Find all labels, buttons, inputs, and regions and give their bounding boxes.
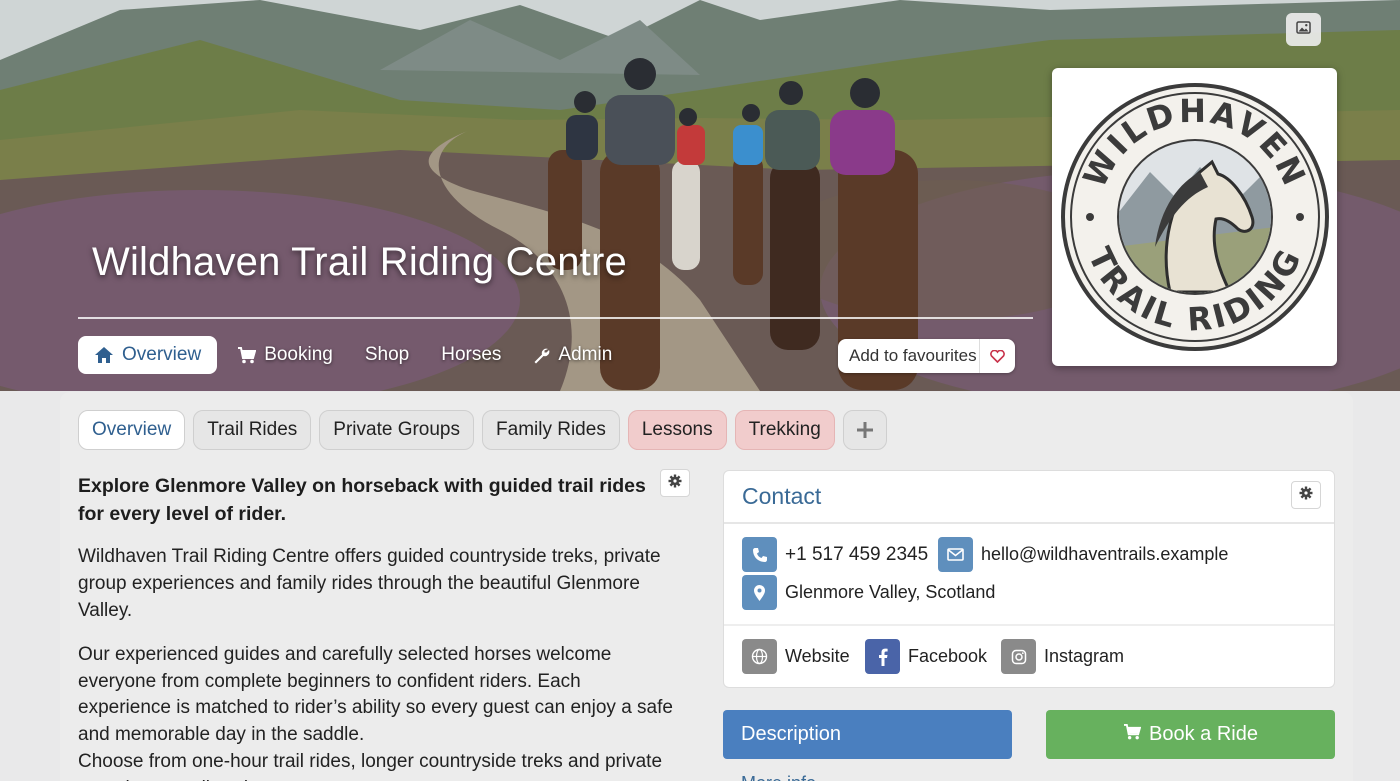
logo-card: WILDHAVEN TRAIL RIDING <box>1052 68 1337 366</box>
overview-paragraph: Wildhaven Trail Riding Centre offers gui… <box>78 546 661 621</box>
overview-lead: Explore Glenmore Valley on horseback wit… <box>78 475 646 525</box>
globe-icon <box>742 639 777 674</box>
change-image-button[interactable] <box>1286 13 1321 46</box>
nav-item-label: Horses <box>441 344 502 365</box>
map-pin-icon <box>742 575 777 610</box>
facebook-link[interactable]: Facebook <box>865 639 987 674</box>
divider <box>724 624 1334 626</box>
website-label: Website <box>785 646 850 666</box>
nav-item-admin[interactable]: Admin <box>517 336 628 374</box>
tab-trekking[interactable]: Trekking <box>734 410 835 450</box>
tab-private-groups[interactable]: Private Groups <box>319 410 475 450</box>
add-to-favourites-button[interactable]: Add to favourites <box>838 339 1015 373</box>
nav-item-label: Booking <box>264 344 333 365</box>
phone-number: +1 517 459 2345 <box>785 543 929 565</box>
contact-title: Contact <box>742 483 822 509</box>
tab-overview[interactable]: Overview <box>78 410 186 450</box>
heart-icon <box>979 339 1015 373</box>
plus-icon <box>856 415 874 446</box>
nav-item-shop[interactable]: Shop <box>349 336 425 374</box>
cart-icon <box>1123 723 1142 746</box>
overview-paragraph: Choose from one-hour trail rides, longer… <box>78 750 663 781</box>
title-divider <box>78 317 1033 319</box>
contact-email[interactable]: hello@wildhaventrails.example <box>938 537 1228 572</box>
main-nav: Overview Booking Shop Horses Admin <box>78 336 628 374</box>
contact-phone[interactable]: +1 517 459 2345 <box>742 537 928 572</box>
tab-trail-rides[interactable]: Trail Rides <box>193 410 312 450</box>
favourites-label: Add to favourites <box>849 346 977 365</box>
tab-family-rides[interactable]: Family Rides <box>482 410 620 450</box>
overview-text: Explore Glenmore Valley on horseback wit… <box>78 472 688 781</box>
nav-item-booking[interactable]: Booking <box>221 336 349 374</box>
envelope-icon <box>938 537 973 572</box>
description-label: Description <box>741 723 842 745</box>
nav-item-label: Admin <box>558 344 613 365</box>
wildhaven-logo: WILDHAVEN TRAIL RIDING <box>1060 83 1329 351</box>
wrench-icon <box>533 347 550 364</box>
more-info-link[interactable]: More info <box>741 773 816 781</box>
overview-paragraph: Our experienced guides and carefully sel… <box>78 644 673 746</box>
facebook-icon <box>865 639 900 674</box>
contact-card: Contact +1 517 459 2345 hello@wildhavent… <box>723 470 1335 688</box>
instagram-link[interactable]: Instagram <box>1001 639 1124 674</box>
hero-banner: Wildhaven Trail Riding Centre Overview B… <box>0 0 1400 391</box>
page-title: Wildhaven Trail Riding Centre <box>92 240 627 284</box>
book-label: Book a Ride <box>1149 723 1258 745</box>
nav-item-label: Shop <box>364 344 410 365</box>
cart-icon <box>237 346 257 364</box>
section-tabs: Overview Trail Rides Private Groups Fami… <box>78 410 887 450</box>
contact-settings-button[interactable] <box>1291 481 1321 509</box>
nav-item-label: Overview <box>122 344 202 365</box>
nav-item-horses[interactable]: Horses <box>425 336 517 374</box>
instagram-label: Instagram <box>1044 646 1125 666</box>
phone-icon <box>742 537 777 572</box>
image-icon <box>1296 20 1311 39</box>
contact-location[interactable]: Glenmore Valley, Scotland <box>742 575 995 610</box>
add-tab-button[interactable] <box>842 410 887 450</box>
location-text: Glenmore Valley, Scotland <box>785 582 996 602</box>
book-ride-button[interactable]: Book a Ride <box>1046 710 1335 759</box>
instagram-icon <box>1001 639 1036 674</box>
website-link[interactable]: Website <box>742 639 850 674</box>
facebook-label: Facebook <box>908 646 988 666</box>
nav-item-overview[interactable]: Overview <box>78 336 218 374</box>
home-icon <box>94 346 114 364</box>
description-button[interactable]: Description <box>723 710 1012 759</box>
gear-icon <box>1299 486 1313 505</box>
email-address: hello@wildhaventrails.example <box>981 544 1229 564</box>
tab-lessons[interactable]: Lessons <box>627 410 727 450</box>
divider <box>724 522 1334 524</box>
